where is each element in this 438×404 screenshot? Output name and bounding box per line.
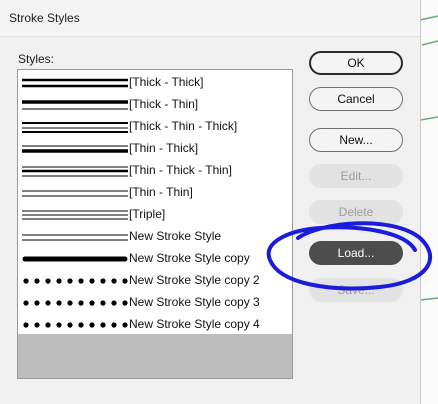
stroke-preview xyxy=(22,100,128,110)
stroke-style-name: [Thick - Thin] xyxy=(129,97,199,111)
stroke-style-row[interactable]: [Thick - Thin] xyxy=(18,94,292,116)
stroke-style-row[interactable]: New Stroke Style copy 2 xyxy=(18,270,292,292)
delete-button[interactable]: Delete xyxy=(309,200,403,224)
stroke-preview xyxy=(23,300,128,306)
stroke-style-name: [Thin - Thin] xyxy=(129,185,193,199)
load-button[interactable]: Load... xyxy=(309,241,403,265)
stroke-style-row[interactable]: [Thick - Thin - Thick] xyxy=(18,116,292,138)
ok-button[interactable]: OK xyxy=(309,51,403,75)
stroke-style-name: New Stroke Style xyxy=(129,229,222,243)
stroke-style-name: [Thin - Thick] xyxy=(129,141,199,155)
stroke-style-row[interactable]: New Stroke Style copy 4 xyxy=(18,314,292,336)
stroke-style-row[interactable]: New Stroke Style copy xyxy=(18,248,292,270)
stroke-preview xyxy=(22,256,128,262)
stroke-style-name: New Stroke Style copy 4 xyxy=(129,317,260,331)
stroke-style-row[interactable]: [Thin - Thin] xyxy=(18,182,292,204)
save-button[interactable]: Save... xyxy=(309,278,403,302)
stroke-preview xyxy=(22,166,128,177)
styles-list[interactable]: [Thick - Thick] [Thick - Thin] [Thick - Th… xyxy=(17,69,293,379)
stroke-style-row[interactable]: [Thin - Thick - Thin] xyxy=(18,160,292,182)
stroke-preview xyxy=(22,190,128,197)
stroke-style-name: [Thick - Thin - Thick] xyxy=(129,119,238,133)
stroke-style-name: [Thick - Thick] xyxy=(129,75,204,89)
edit-button[interactable]: Edit... xyxy=(309,164,403,188)
stroke-style-name: New Stroke Style copy 3 xyxy=(129,295,260,309)
stroke-preview xyxy=(22,210,128,220)
stroke-preview xyxy=(22,234,128,241)
dialog-title: Stroke Styles xyxy=(9,11,80,25)
stroke-preview xyxy=(23,322,128,328)
stroke-style-name: New Stroke Style copy xyxy=(129,251,250,265)
stroke-styles-dialog: Stroke Styles Styles: [Thick - Thick] [Th… xyxy=(0,0,421,404)
list-empty-area xyxy=(18,334,292,378)
stroke-preview xyxy=(23,278,128,284)
stroke-style-row[interactable]: [Thin - Thick] xyxy=(18,138,292,160)
stroke-style-row[interactable]: [Triple] xyxy=(18,204,292,226)
stroke-style-name: [Triple] xyxy=(129,207,166,221)
stroke-style-row[interactable]: New Stroke Style xyxy=(18,226,292,248)
new-button[interactable]: New... xyxy=(309,128,403,152)
background-document-lines xyxy=(420,15,438,301)
stroke-style-name: [Thin - Thick - Thin] xyxy=(129,163,232,177)
stroke-preview xyxy=(22,145,128,153)
stroke-style-name: New Stroke Style copy 2 xyxy=(129,273,260,287)
cancel-button[interactable]: Cancel xyxy=(309,87,403,111)
stroke-preview xyxy=(22,122,128,133)
styles-label: Styles: xyxy=(18,52,55,66)
stroke-preview xyxy=(22,78,128,88)
title-bar: Stroke Styles xyxy=(0,0,420,37)
stroke-style-row[interactable]: [Thick - Thick] xyxy=(18,72,292,94)
stroke-style-row[interactable]: New Stroke Style copy 3 xyxy=(18,292,292,314)
